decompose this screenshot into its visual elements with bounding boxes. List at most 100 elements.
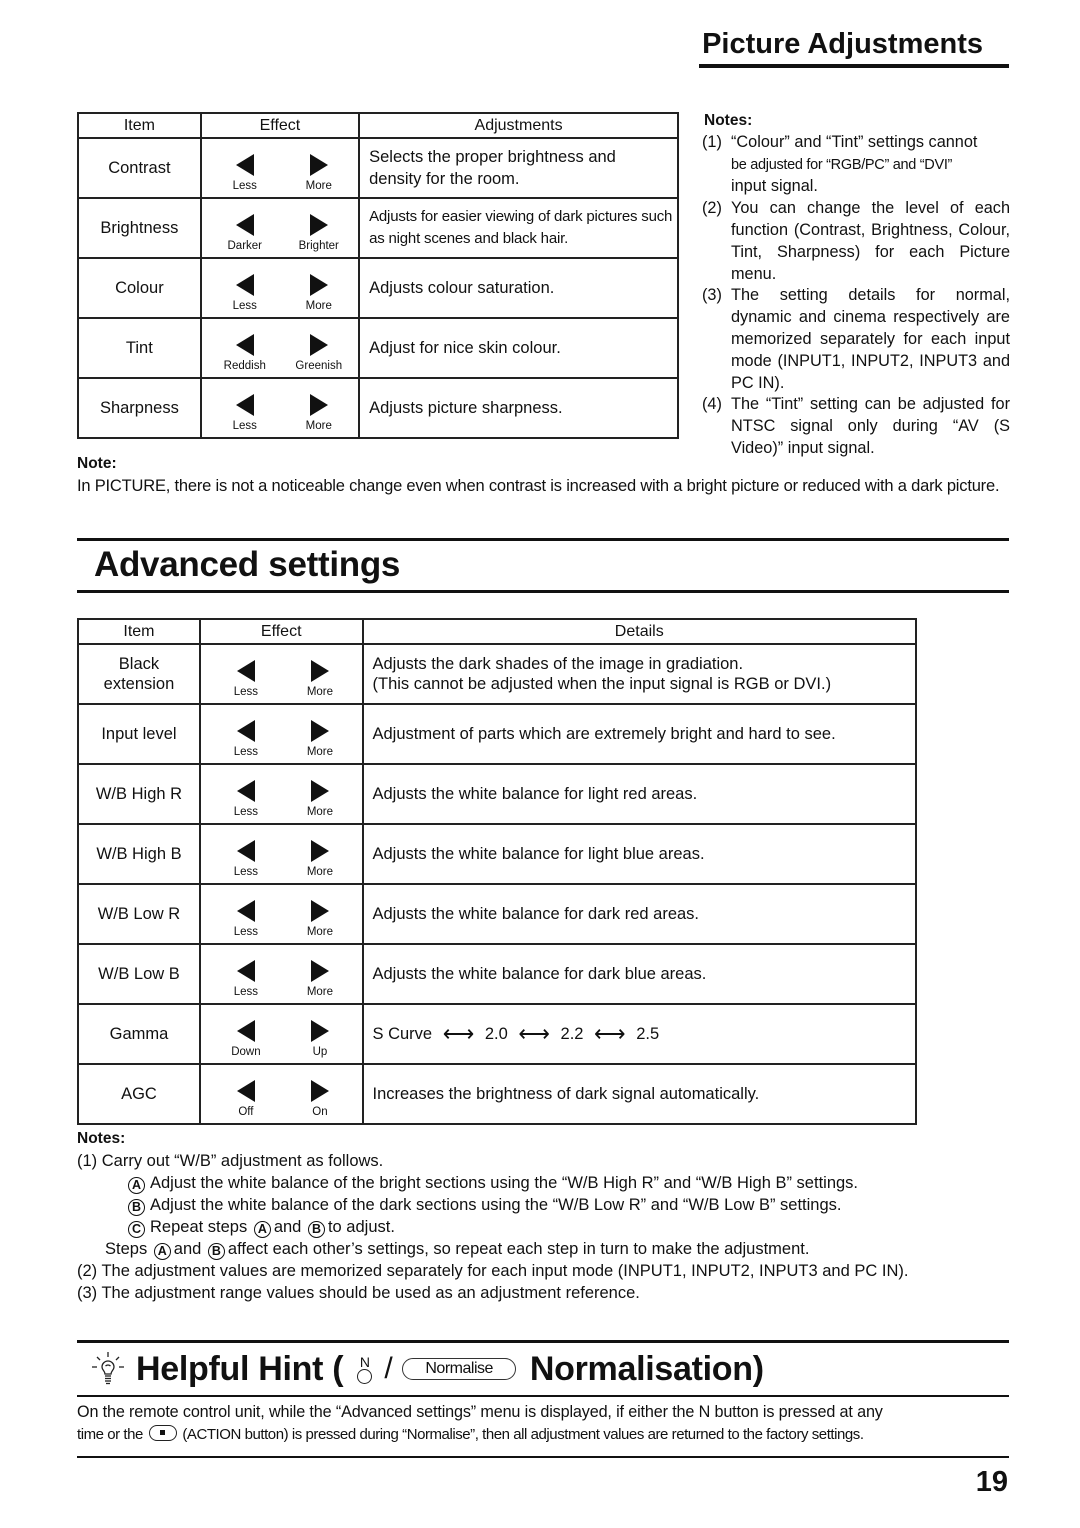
- section-rule-bottom: [77, 590, 1009, 593]
- row-description: Adjusts colour saturation.: [358, 257, 679, 319]
- table-row: Sharpness Less More Adjusts picture shar…: [77, 377, 679, 439]
- row-item: Colour: [77, 257, 202, 319]
- right-arrow-icon: [310, 900, 329, 922]
- left-label: Down: [231, 1046, 261, 1058]
- row-description: Adjust for nice skin colour.: [358, 317, 679, 379]
- n-button-icon: N: [357, 1353, 373, 1384]
- steps-text: affect each other’s settings, so repeat …: [227, 1240, 810, 1258]
- note-text-line: input signal.: [731, 177, 818, 196]
- row-item: Brightness: [77, 197, 202, 259]
- description-line: Adjusts the dark shades of the image in …: [372, 655, 744, 673]
- effect-cell: Darker Brighter: [199, 197, 361, 259]
- right-label: More: [305, 180, 332, 192]
- action-button-icon: [148, 1424, 177, 1441]
- effect-cell: Less More: [198, 943, 364, 1005]
- column-header-item: Item: [77, 618, 201, 645]
- row-description: Adjusts the white balance for light blue…: [361, 823, 917, 885]
- circled-b-icon: B: [128, 1199, 145, 1216]
- effect-cell: Down Up: [198, 1003, 364, 1065]
- row-item: W/B Low R: [77, 883, 201, 945]
- left-label: Less: [233, 806, 259, 818]
- hint-line-2: time or the (ACTION button) is pressed d…: [77, 1424, 1012, 1447]
- step-text: Repeat steps: [150, 1218, 248, 1236]
- left-label: Off: [238, 1106, 254, 1118]
- note-text: The “Tint” setting can be adjusted for N…: [731, 395, 1010, 457]
- column-header-effect: Effect: [198, 618, 364, 645]
- table-header-row: Item Effect Details: [77, 618, 917, 645]
- row-item: W/B High B: [77, 823, 201, 885]
- effect-cell: Less More: [198, 763, 364, 825]
- step-text: Adjust the white balance of the dark sec…: [150, 1196, 842, 1214]
- left-label: Less: [233, 986, 259, 998]
- circled-a-icon: A: [253, 1221, 271, 1238]
- note-item: (4) The “Tint” setting can be adjusted f…: [702, 394, 1010, 459]
- right-arrow-icon: [310, 720, 329, 742]
- picture-note: Note: In PICTURE, there is not a noticea…: [77, 453, 1012, 497]
- column-header-details: Details: [361, 618, 917, 645]
- left-label: Less: [232, 180, 257, 192]
- lightbulb-icon: [92, 1352, 124, 1385]
- left-label: Less: [233, 866, 259, 878]
- left-arrow-icon: [236, 840, 255, 862]
- left-arrow-icon: [235, 214, 254, 236]
- note-text-line: be adjusted for “RGB/PC” and “DVI”: [731, 156, 953, 173]
- n-button-label: N: [359, 1353, 370, 1370]
- row-description: Adjusts the white balance for dark blue …: [361, 943, 917, 1005]
- gamma-value: 2.2: [560, 1025, 584, 1043]
- left-arrow-icon: [235, 334, 254, 356]
- right-arrow-icon: [310, 780, 329, 802]
- row-item: Gamma: [77, 1003, 201, 1065]
- steps-text: Steps: [105, 1240, 148, 1258]
- hint-text-part: time or the: [77, 1425, 143, 1443]
- description-line: (This cannot be adjusted when the input …: [372, 675, 832, 693]
- hint-line-1: On the remote control unit, while the “A…: [77, 1403, 883, 1421]
- row-description: Adjusts the white balance for light red …: [361, 763, 917, 825]
- table-header-row: Item Effect Adjustments: [77, 112, 679, 139]
- step-a: A Adjust the white balance of the bright …: [77, 1172, 1017, 1194]
- left-label: Less: [232, 300, 257, 312]
- right-label: Up: [312, 1046, 328, 1058]
- note-2: (2) The adjustment values are memorized …: [77, 1262, 909, 1280]
- table-row: W/B Low R Less More Adjusts the white ba…: [77, 883, 917, 945]
- note-3: (3) The adjustment range values should b…: [77, 1284, 640, 1302]
- note-number: (4): [702, 395, 722, 414]
- table-row: Input level Less More Adjustment of part…: [77, 703, 917, 765]
- note-item: (3) The setting details for normal, dyna…: [702, 285, 1010, 394]
- step-text: and: [273, 1218, 302, 1236]
- row-item: AGC: [77, 1063, 201, 1125]
- page-number: 19: [975, 1466, 1008, 1498]
- row-description: Adjusts for easier viewing of dark pictu…: [358, 197, 679, 259]
- left-arrow-icon: [236, 1020, 255, 1042]
- row-description: Increases the brightness of dark signal …: [361, 1063, 917, 1125]
- left-arrow-icon: [235, 154, 254, 176]
- row-item: W/B Low B: [77, 943, 201, 1005]
- step-text: to adjust.: [327, 1218, 395, 1236]
- column-header-item: Item: [77, 112, 202, 139]
- effect-cell: Less More: [198, 883, 364, 945]
- hint-body: On the remote control unit, while the “A…: [77, 1401, 1012, 1446]
- right-label: On: [312, 1106, 328, 1118]
- right-arrow-icon: [309, 154, 328, 176]
- row-item: W/B High R: [77, 763, 201, 825]
- double-arrow-icon: ⟷: [594, 1021, 626, 1046]
- left-label: Less: [233, 746, 259, 758]
- note-text: “Colour” and “Tint” settings cannot be a…: [731, 132, 1010, 198]
- left-arrow-icon: [235, 274, 254, 296]
- step-b: B Adjust the white balance of the dark se…: [77, 1194, 1017, 1216]
- column-header-adjustments: Adjustments: [358, 112, 679, 139]
- gamma-value: 2.5: [636, 1025, 660, 1043]
- circled-a-icon: A: [153, 1243, 171, 1260]
- right-label: More: [306, 806, 334, 818]
- effect-cell: Less More: [198, 823, 364, 885]
- row-description: Adjusts the dark shades of the image in …: [361, 643, 917, 705]
- left-arrow-icon: [235, 394, 254, 416]
- hint-rule-top: [77, 1340, 1009, 1343]
- gamma-value: S Curve: [372, 1025, 433, 1043]
- hint-title-start: Helpful Hint (: [136, 1349, 344, 1388]
- hint-text-part: (ACTION button) is pressed during “Norma…: [182, 1425, 864, 1443]
- left-arrow-icon: [236, 780, 255, 802]
- note-text: The setting details for normal, dynamic …: [731, 286, 1010, 392]
- row-description: Adjusts the white balance for dark red a…: [361, 883, 917, 945]
- gamma-value: 2.0: [484, 1025, 508, 1043]
- table-row: W/B Low B Less More Adjusts the white ba…: [77, 943, 917, 1005]
